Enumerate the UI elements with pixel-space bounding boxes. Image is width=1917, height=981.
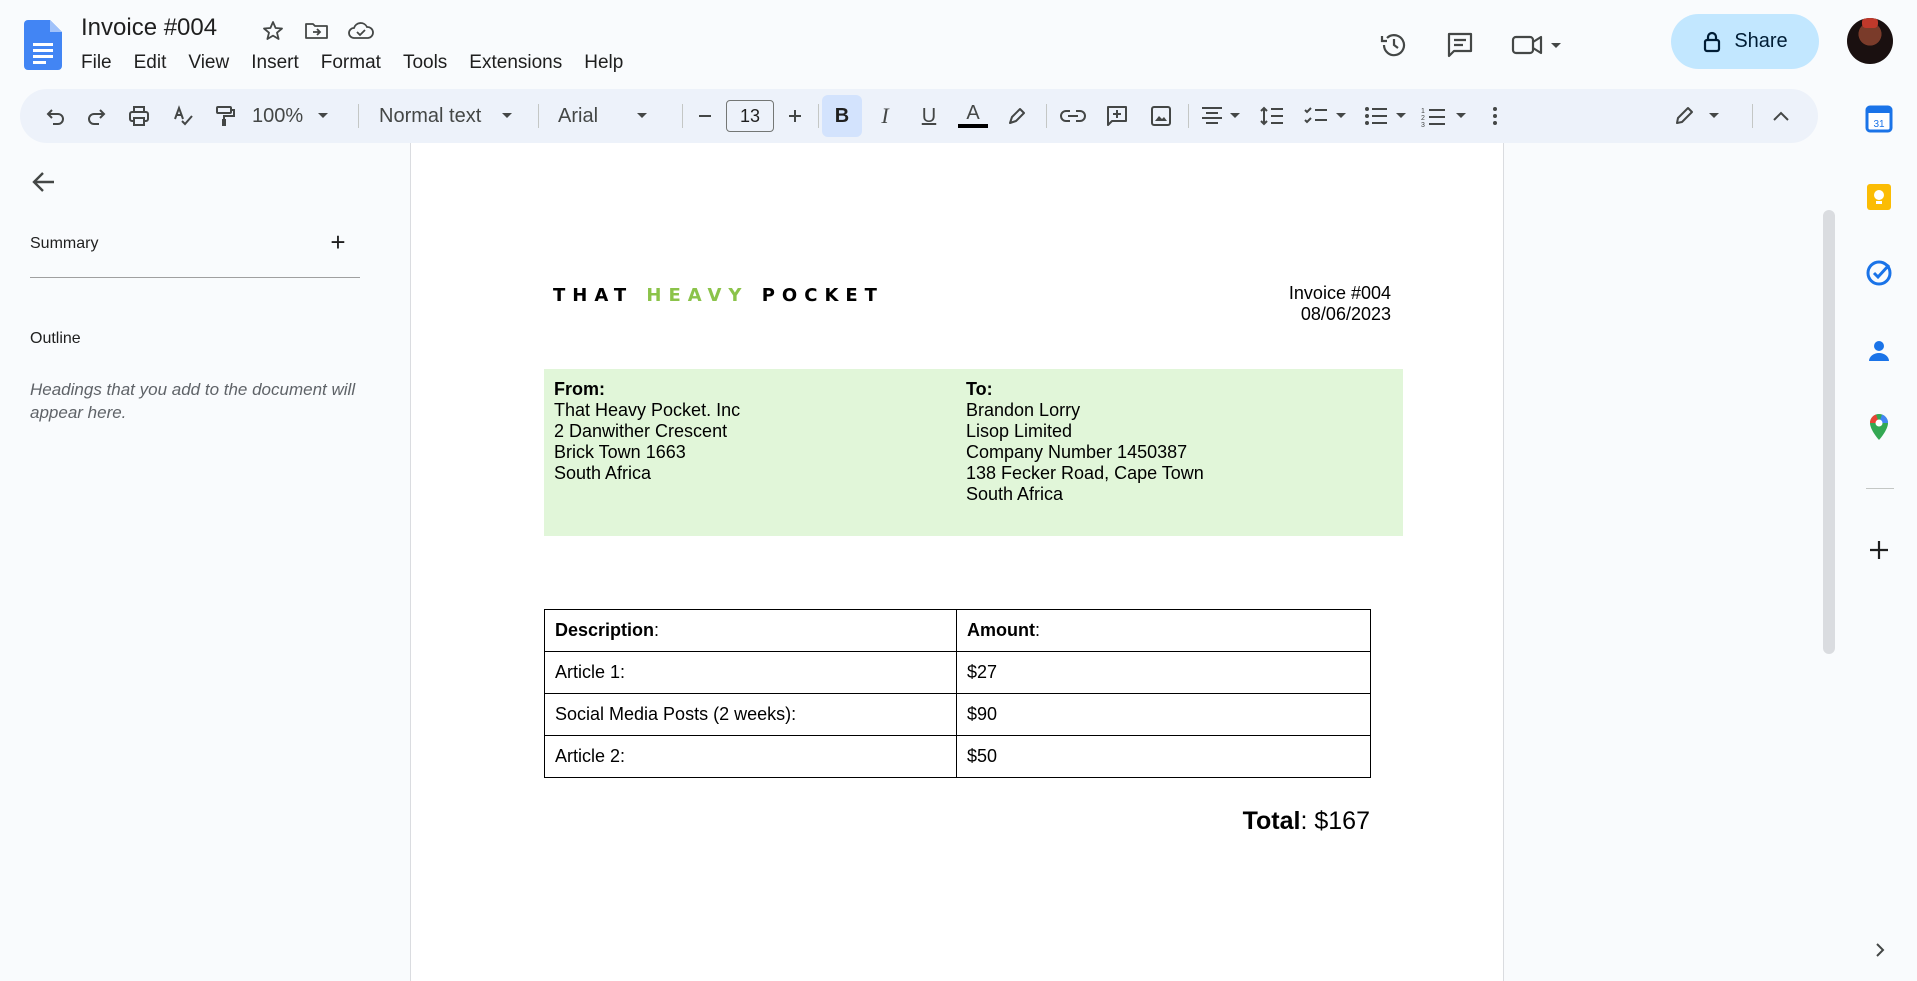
svg-text:31: 31 — [1873, 119, 1885, 130]
text-color-swatch — [958, 124, 988, 128]
menu-tools[interactable]: Tools — [403, 52, 457, 74]
undo-icon[interactable] — [38, 89, 72, 143]
table-row: Article 1: $27 — [544, 651, 1371, 694]
invoice-date: 08/06/2023 — [1300, 304, 1391, 324]
summary-heading: Summary — [30, 235, 99, 252]
italic-button[interactable]: I — [866, 89, 904, 143]
spellcheck-icon[interactable] — [166, 89, 200, 143]
svg-text:1: 1 — [1421, 108, 1425, 115]
chevron-down-icon — [318, 113, 329, 118]
contacts-icon[interactable] — [1864, 336, 1894, 366]
bulleted-list-icon[interactable] — [1360, 89, 1414, 143]
hide-menus-chevron-up-icon[interactable] — [1764, 89, 1798, 143]
decrease-font-size-icon[interactable] — [688, 89, 722, 143]
line-items-table: Description: Amount: Article 1: $27 Soci… — [544, 609, 1371, 778]
editing-mode-icon[interactable] — [1670, 89, 1730, 143]
font-family-select[interactable]: Arial — [558, 89, 668, 143]
menu-bar: File Edit View Insert Format Tools Exten… — [81, 52, 645, 74]
menu-extensions[interactable]: Extensions — [469, 52, 572, 74]
maps-icon[interactable] — [1864, 412, 1894, 442]
vertical-scrollbar[interactable] — [1823, 210, 1835, 654]
from-address: From: That Heavy Pocket. Inc 2 Danwither… — [554, 379, 741, 483]
redo-icon[interactable] — [80, 89, 114, 143]
company-brand: THAT HEAVY POCKET — [553, 285, 884, 306]
font-value: Arial — [558, 104, 599, 127]
add-summary-button[interactable]: + — [324, 228, 352, 256]
highlight-color-icon[interactable] — [998, 89, 1036, 143]
outline-heading: Outline — [30, 330, 81, 347]
table-header-row: Description: Amount: — [544, 609, 1371, 652]
tasks-icon[interactable] — [1864, 258, 1894, 288]
cloud-saved-icon[interactable] — [346, 16, 376, 46]
svg-text:2: 2 — [1421, 115, 1425, 122]
menu-insert[interactable]: Insert — [251, 52, 309, 74]
paragraph-style-select[interactable]: Normal text — [379, 89, 529, 143]
text-color-label: A — [966, 102, 980, 124]
star-icon[interactable] — [258, 16, 288, 46]
invoice-meta: Invoice #004 08/06/2023 — [1289, 283, 1391, 325]
move-to-folder-icon[interactable] — [302, 16, 332, 46]
menu-view[interactable]: View — [188, 52, 239, 74]
chevron-down-icon — [637, 113, 648, 118]
line-spacing-icon[interactable] — [1252, 89, 1292, 143]
share-button[interactable]: Share — [1671, 14, 1819, 69]
checklist-icon[interactable] — [1300, 89, 1354, 143]
font-size-input[interactable]: 13 — [726, 100, 774, 132]
lock-icon — [1704, 31, 1721, 52]
share-label: Share — [1734, 30, 1788, 52]
invoice-total: Total: $167 — [1242, 807, 1370, 835]
back-arrow-icon[interactable] — [28, 166, 60, 198]
keep-icon[interactable] — [1864, 182, 1894, 212]
chevron-down-icon — [502, 113, 513, 118]
docs-home-logo-icon[interactable] — [24, 20, 62, 70]
comments-icon[interactable] — [1443, 28, 1477, 62]
add-comment-icon[interactable] — [1098, 89, 1136, 143]
get-addons-plus-icon[interactable] — [1864, 535, 1894, 565]
more-options-icon[interactable] — [1480, 89, 1510, 143]
calendar-icon[interactable]: 31 — [1864, 104, 1894, 134]
show-side-panel-chevron-right-icon[interactable] — [1868, 938, 1892, 962]
svg-text:3: 3 — [1421, 122, 1425, 127]
increase-font-size-icon[interactable] — [778, 89, 812, 143]
table-row: Social Media Posts (2 weeks): $90 — [544, 693, 1371, 736]
menu-file[interactable]: File — [81, 52, 122, 74]
document-page[interactable]: THAT HEAVY POCKET Invoice #004 08/06/202… — [410, 143, 1504, 981]
formatting-toolbar: 100% Normal text Arial 13 B I U A 1 2 3 — [20, 89, 1818, 143]
insert-link-icon[interactable] — [1054, 89, 1092, 143]
to-address: To: Brandon Lorry Lisop Limited Company … — [966, 379, 1204, 504]
account-avatar[interactable] — [1847, 18, 1893, 64]
align-icon[interactable] — [1196, 89, 1248, 143]
document-title[interactable]: Invoice #004 — [81, 14, 217, 42]
outline-empty-hint: Headings that you add to the document wi… — [30, 380, 356, 422]
brand-highlight: HEAVY — [646, 285, 749, 306]
invoice-number: Invoice #004 — [1288, 283, 1391, 303]
bold-button[interactable]: B — [822, 95, 862, 137]
divider — [1866, 488, 1894, 489]
insert-image-icon[interactable] — [1142, 89, 1180, 143]
zoom-select[interactable]: 100% — [252, 89, 342, 143]
paint-format-icon[interactable] — [208, 89, 242, 143]
text-color-button[interactable]: A — [954, 89, 992, 143]
meet-camera-icon[interactable] — [1507, 28, 1567, 62]
underline-button[interactable]: U — [910, 89, 948, 143]
table-row: Article 2: $50 — [544, 735, 1371, 778]
menu-edit[interactable]: Edit — [134, 52, 177, 74]
zoom-value: 100% — [252, 104, 304, 127]
menu-format[interactable]: Format — [321, 52, 391, 74]
print-icon[interactable] — [122, 89, 156, 143]
menu-help[interactable]: Help — [584, 52, 633, 74]
version-history-icon[interactable] — [1377, 28, 1411, 62]
address-table: From: That Heavy Pocket. Inc 2 Danwither… — [544, 369, 1403, 536]
numbered-list-icon[interactable]: 123 — [1418, 89, 1474, 143]
style-value: Normal text — [379, 104, 482, 127]
divider — [30, 277, 360, 278]
